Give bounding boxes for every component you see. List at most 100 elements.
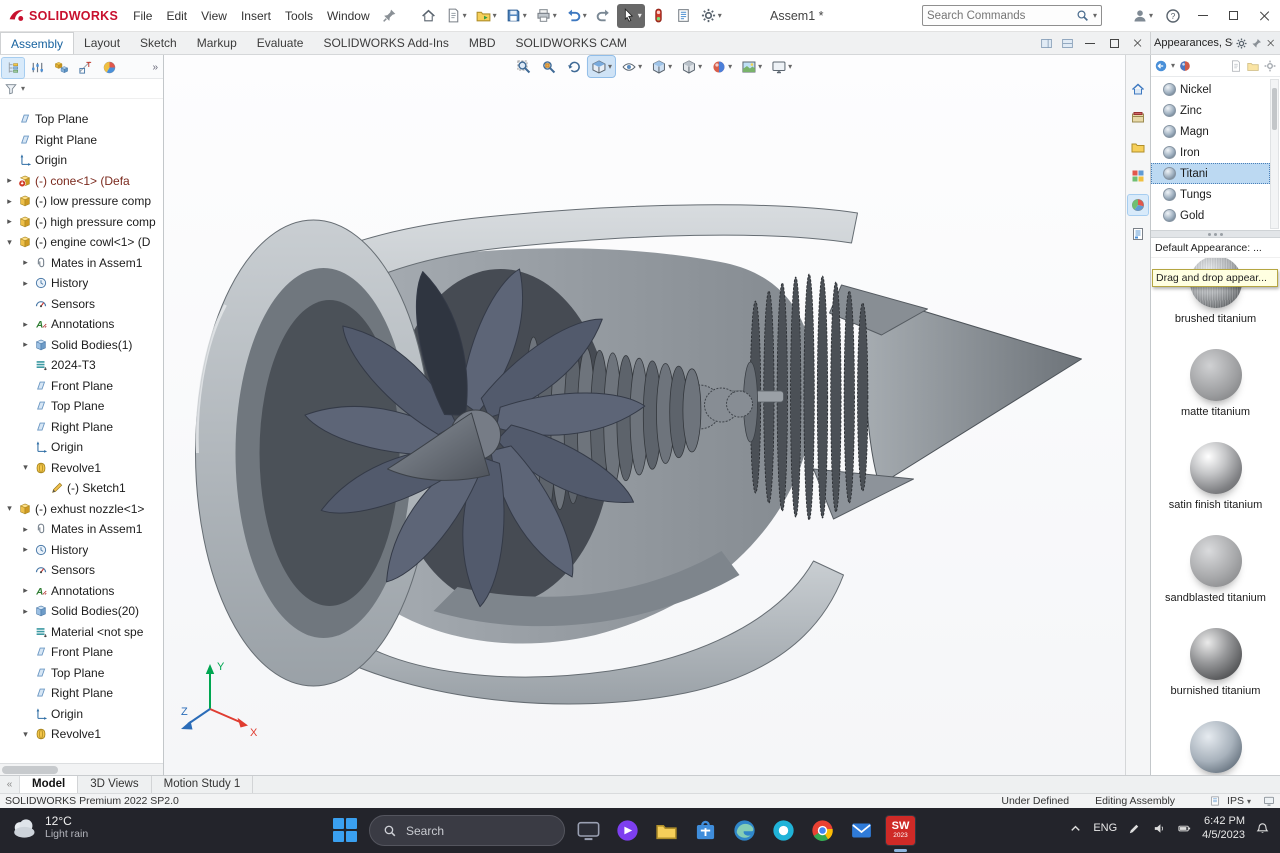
appearance-category-magn[interactable]: Magn xyxy=(1151,121,1270,142)
tree-item[interactable]: Origin xyxy=(0,150,163,171)
home-button[interactable] xyxy=(417,4,440,28)
eye-button[interactable]: ▾ xyxy=(618,56,645,77)
tree-item[interactable]: Top Plane xyxy=(0,109,163,130)
expand-arrow-icon[interactable]: ▾ xyxy=(20,462,31,473)
section-button[interactable]: ▾ xyxy=(588,56,615,77)
tree-item[interactable]: Front Plane xyxy=(0,642,163,663)
pane-split-button[interactable] xyxy=(1057,32,1078,54)
sheet-button[interactable] xyxy=(672,4,695,28)
taskbar-search[interactable]: Search xyxy=(369,815,565,846)
search-icon[interactable] xyxy=(1076,9,1089,22)
undo-button[interactable]: ▾ xyxy=(562,4,590,28)
expand-arrow-icon[interactable]: ▸ xyxy=(20,606,31,617)
pane-options-icon[interactable] xyxy=(1235,37,1248,50)
tree-item[interactable]: 2024-T3 xyxy=(0,355,163,376)
tree-item[interactable]: Right Plane xyxy=(0,417,163,438)
tree-item[interactable]: Right Plane xyxy=(0,683,163,704)
appearance-swatch[interactable]: matte titanium xyxy=(1155,349,1277,442)
resources-tab[interactable] xyxy=(1128,79,1148,99)
tree-item[interactable]: ▸Solid Bodies(1) xyxy=(0,335,163,356)
dropdown-arrow-icon[interactable]: ▾ xyxy=(728,62,732,71)
appearance-swatch[interactable]: sandblasted titanium xyxy=(1155,535,1277,628)
filter-dropdown-icon[interactable]: ▾ xyxy=(21,84,25,93)
close-button[interactable] xyxy=(1249,0,1280,31)
doc-new-button[interactable]: ▾ xyxy=(442,4,470,28)
status-panel-icon[interactable] xyxy=(1263,795,1275,807)
displaymanager-tab[interactable] xyxy=(98,58,120,78)
appearance-category-nickel[interactable]: Nickel xyxy=(1151,79,1270,100)
gear-button[interactable]: ▾ xyxy=(697,4,725,28)
menu-view[interactable]: View xyxy=(194,5,234,27)
tree-item[interactable]: Top Plane xyxy=(0,396,163,417)
scrollbar-thumb[interactable] xyxy=(2,766,58,774)
view-settings-button[interactable]: ▾ xyxy=(768,56,795,77)
pane-settings-icon[interactable] xyxy=(1263,59,1277,73)
tree-item[interactable]: ▾(-) exhust nozzle<1> xyxy=(0,499,163,520)
tree-horizontal-scrollbar[interactable] xyxy=(0,763,163,775)
dropdown-arrow-icon[interactable]: ▾ xyxy=(698,62,702,71)
store-taskbar-button[interactable] xyxy=(690,815,721,846)
propertymanager-tab[interactable] xyxy=(26,58,48,78)
back-icon[interactable] xyxy=(1154,59,1168,73)
zoom-fit-button[interactable] xyxy=(513,56,535,77)
dropdown-arrow-icon[interactable]: ▾ xyxy=(718,11,722,20)
doc-close-button[interactable] xyxy=(1126,32,1150,54)
tree-item[interactable]: Material <not spe xyxy=(0,622,163,643)
tree-item[interactable]: Origin xyxy=(0,437,163,458)
expand-arrow-icon[interactable]: ▸ xyxy=(20,544,31,555)
command-search[interactable]: ▾ xyxy=(922,5,1102,26)
folder-open-button[interactable]: ▾ xyxy=(472,4,500,28)
dropdown-arrow-icon[interactable]: ▾ xyxy=(788,62,792,71)
expand-arrow-icon[interactable]: ▸ xyxy=(4,216,15,227)
weather-widget[interactable]: 12°C Light rain xyxy=(10,814,88,841)
expand-arrow-icon[interactable]: ▾ xyxy=(20,729,31,740)
tree-item[interactable]: ▸Mates in Assem1 xyxy=(0,519,163,540)
dimxpertmanager-tab[interactable] xyxy=(74,58,96,78)
battery-icon[interactable] xyxy=(1177,821,1192,836)
nav-dropdown-icon[interactable]: ▾ xyxy=(1171,61,1175,70)
save-button[interactable]: ▾ xyxy=(502,4,530,28)
printer-button[interactable]: ▾ xyxy=(532,4,560,28)
menu-window[interactable]: Window xyxy=(320,5,377,27)
tree-item[interactable]: ▸(-) high pressure comp xyxy=(0,212,163,233)
dropdown-arrow-icon[interactable]: ▾ xyxy=(583,11,587,20)
units-dropdown-icon[interactable]: ▾ xyxy=(1247,797,1251,806)
expand-arrow-icon[interactable]: ▸ xyxy=(20,524,31,535)
expand-arrow-icon[interactable]: ▸ xyxy=(20,278,31,289)
dropdown-arrow-icon[interactable]: ▾ xyxy=(608,62,612,71)
configurationmanager-tab[interactable] xyxy=(50,58,72,78)
ribbon-tab-markup[interactable]: Markup xyxy=(187,32,247,54)
expand-arrow-icon[interactable]: ▸ xyxy=(20,257,31,268)
design-library-tab[interactable] xyxy=(1128,108,1148,128)
tree-item[interactable]: ▸History xyxy=(0,540,163,561)
open-library-icon[interactable] xyxy=(1246,59,1260,73)
doc-restore-button[interactable] xyxy=(1102,32,1126,54)
expand-arrow-icon[interactable]: ▸ xyxy=(4,196,15,207)
dropdown-arrow-icon[interactable]: ▾ xyxy=(493,11,497,20)
ribbon-tab-mbd[interactable]: MBD xyxy=(459,32,506,54)
expand-arrow-icon[interactable]: ▾ xyxy=(4,237,15,248)
tree-item[interactable]: ▸Mates in Assem1 xyxy=(0,253,163,274)
ribbon-tab-sketch[interactable]: Sketch xyxy=(130,32,187,54)
clock[interactable]: 6:42 PM 4/5/2023 xyxy=(1202,814,1245,843)
ribbon-tab-layout[interactable]: Layout xyxy=(74,32,130,54)
custom-properties-tab[interactable] xyxy=(1128,224,1148,244)
pane-pin-icon[interactable] xyxy=(1250,37,1263,50)
dropdown-arrow-icon[interactable]: ▾ xyxy=(668,62,672,71)
tab-model[interactable]: Model xyxy=(20,776,78,793)
file-explorer-taskbar-button[interactable] xyxy=(651,815,682,846)
expand-arrow-icon[interactable]: ▸ xyxy=(20,339,31,350)
expand-arrow-icon[interactable]: ▸ xyxy=(4,175,15,186)
help-button[interactable]: ? xyxy=(1159,8,1187,24)
appearance-swatch[interactable]: cast titanium xyxy=(1155,721,1277,775)
tree-item[interactable]: ▸(-) cone<1> (Defa xyxy=(0,171,163,192)
tree-item[interactable]: Sensors xyxy=(0,294,163,315)
restore-button[interactable] xyxy=(1218,0,1249,31)
appearance-category-iron[interactable]: Iron xyxy=(1151,142,1270,163)
pin-menu-button[interactable] xyxy=(378,4,401,28)
ribbon-tab-solidworks-cam[interactable]: SOLIDWORKS CAM xyxy=(506,32,637,54)
ribbon-tab-solidworks-add-ins[interactable]: SOLIDWORKS Add-Ins xyxy=(313,32,458,54)
appearance-root-icon[interactable] xyxy=(1178,59,1192,73)
tree-item[interactable]: Sensors xyxy=(0,560,163,581)
mail-taskbar-button[interactable] xyxy=(846,815,877,846)
